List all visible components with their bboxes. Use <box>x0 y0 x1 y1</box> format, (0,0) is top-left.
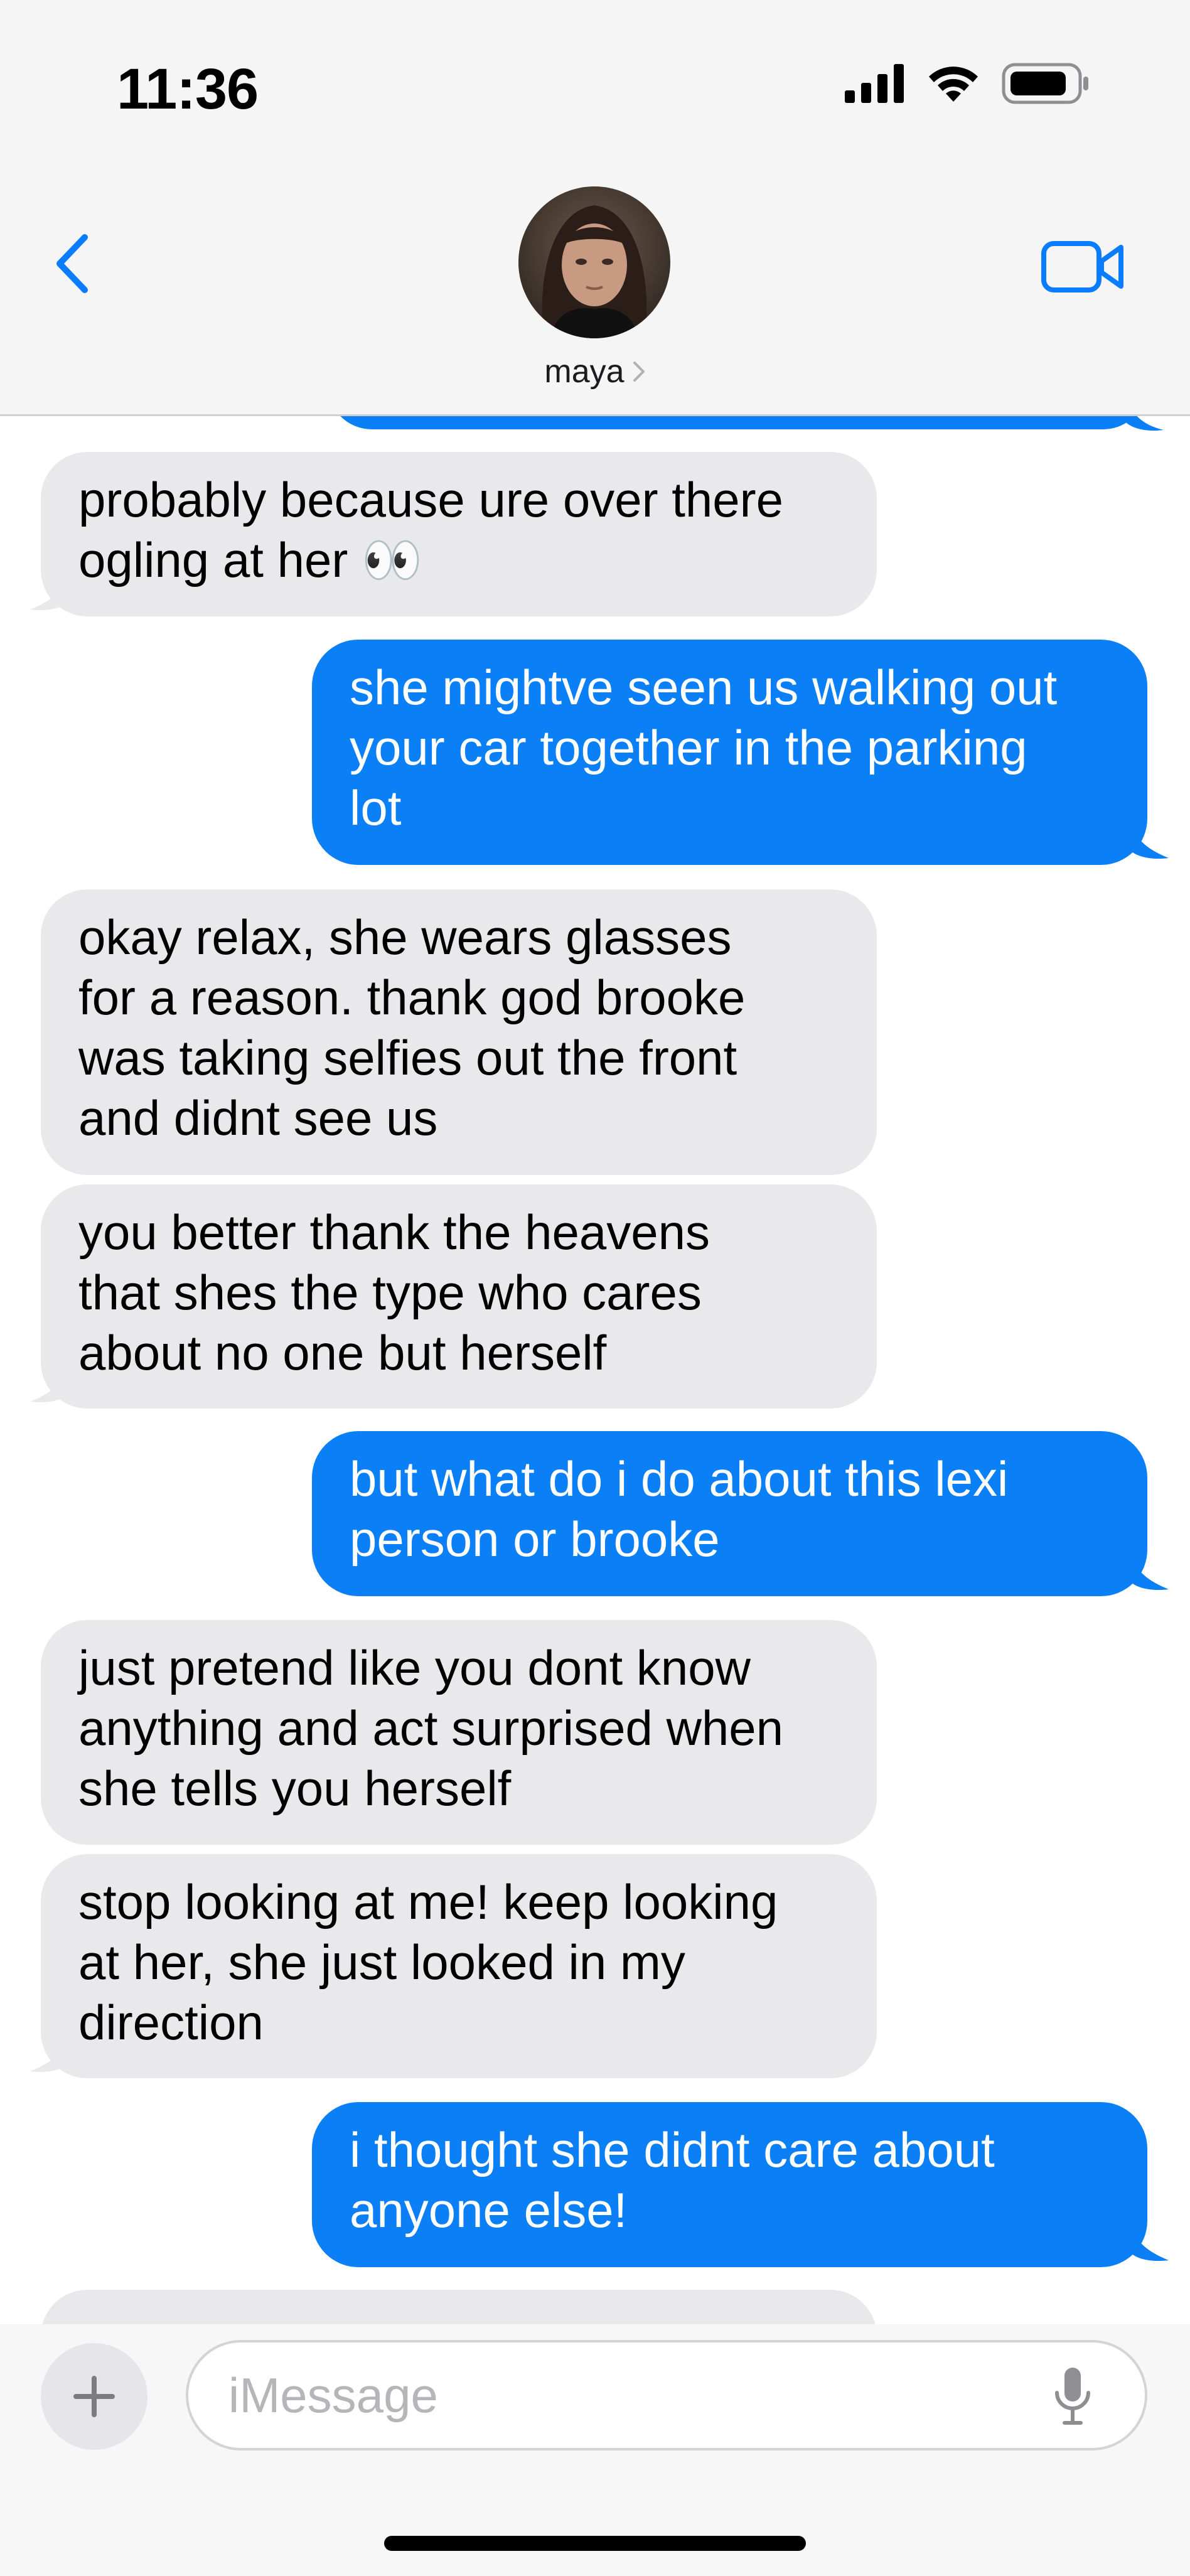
home-indicator[interactable] <box>384 2536 806 2551</box>
facetime-video-button[interactable] <box>1039 232 1127 301</box>
back-button[interactable] <box>44 226 100 301</box>
battery-icon <box>1002 63 1088 104</box>
chevron-left-icon <box>56 234 88 293</box>
bubble-tail <box>30 1365 69 1403</box>
plus-icon <box>73 2376 115 2417</box>
bubble-tail <box>1130 1553 1169 1591</box>
bubble-tail <box>30 2035 69 2073</box>
bubble-tail <box>1126 416 1164 431</box>
bubble-tail <box>30 573 69 611</box>
status-bar: 11:36 <box>0 0 1190 163</box>
contact-avatar[interactable] <box>518 186 670 338</box>
cellular-signal-icon <box>845 64 904 103</box>
chevron-right-icon <box>633 362 645 382</box>
wifi-icon <box>929 67 978 102</box>
message-bubble-incoming[interactable]: just pretend like you dont know anything… <box>41 1620 877 1845</box>
status-icons <box>845 63 1090 104</box>
apps-plus-button[interactable] <box>41 2343 147 2450</box>
status-time: 11:36 <box>117 57 259 121</box>
message-bubble-outgoing[interactable]: she mightve seen us walking out your car… <box>312 640 1147 865</box>
bubble-tail <box>1130 2224 1169 2262</box>
message-bubble-outgoing[interactable]: but what do i do about this lexi person … <box>312 1431 1147 1596</box>
message-field[interactable] <box>186 2340 1147 2450</box>
message-bubble-incoming[interactable] <box>41 2290 877 2324</box>
message-input[interactable] <box>227 2366 1033 2425</box>
contact-name: maya <box>544 353 624 390</box>
message-bubble-incoming[interactable]: stop looking at me! keep looking at her,… <box>41 1854 877 2078</box>
message-bubble-incoming[interactable]: probably because ure over there ogling a… <box>41 452 877 616</box>
message-thread[interactable]: probably because ure over there ogling a… <box>0 416 1190 2324</box>
message-bubble-outgoing[interactable]: i thought she didnt care about anyone el… <box>312 2102 1147 2267</box>
microphone-icon[interactable] <box>1051 2365 1095 2428</box>
message-bubble-incoming[interactable]: you better thank the heavens that shes t… <box>41 1184 877 1409</box>
message-bubble-outgoing[interactable] <box>328 416 1147 429</box>
message-bubble-incoming[interactable]: okay relax, she wears glasses for a reas… <box>41 889 877 1175</box>
contact-name-row[interactable]: maya <box>0 353 1190 390</box>
video-camera-icon <box>1041 241 1123 292</box>
bubble-tail <box>1130 822 1169 859</box>
